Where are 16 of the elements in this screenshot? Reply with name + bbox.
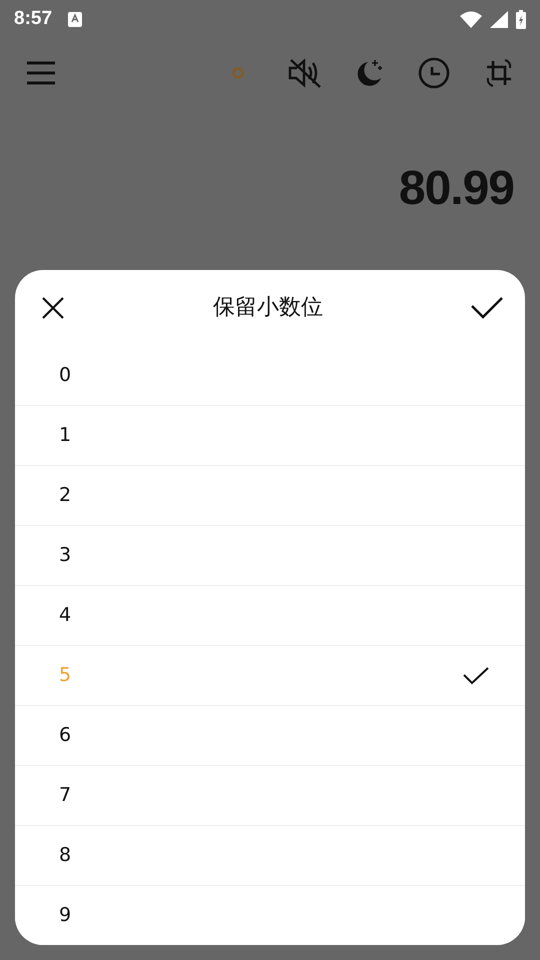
status-time: 8:57 <box>14 6 52 31</box>
check-icon <box>463 666 489 684</box>
ring-icon <box>232 67 244 79</box>
menu-button[interactable] <box>26 61 56 85</box>
clock-button[interactable] <box>418 57 450 89</box>
keyboard-icon <box>68 12 82 26</box>
battery-icon <box>516 10 526 28</box>
wifi-icon <box>460 10 482 28</box>
close-button[interactable] <box>41 296 65 320</box>
result-display: 80.99 <box>398 161 514 217</box>
mute-button[interactable] <box>288 58 322 88</box>
dialog-title: 保留小数位 <box>213 294 323 322</box>
decimal-option[interactable]: 9 <box>15 885 525 945</box>
rotate-button[interactable] <box>484 58 514 88</box>
signal-icon <box>490 10 508 28</box>
confirm-button[interactable] <box>471 296 503 318</box>
